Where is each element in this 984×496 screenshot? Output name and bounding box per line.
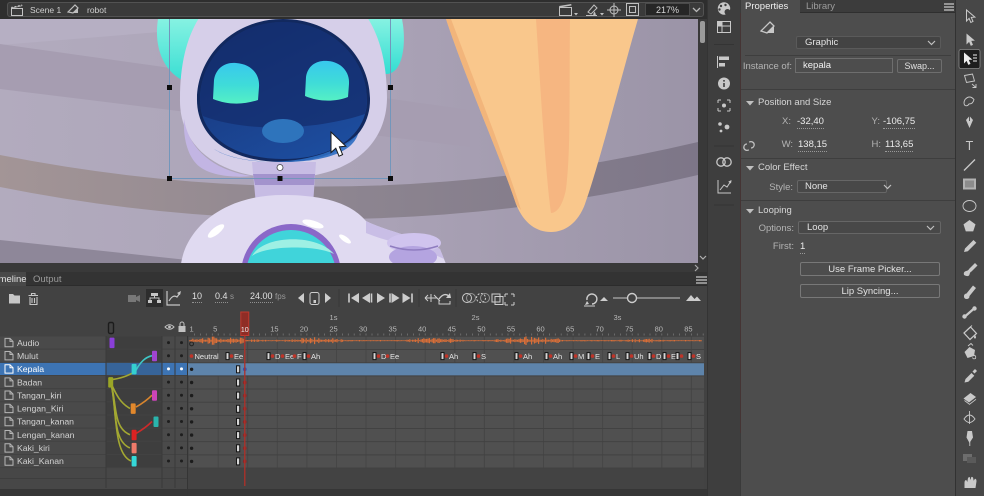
svg-text:50: 50: [477, 325, 485, 334]
svg-text:30: 30: [359, 325, 367, 334]
svg-text:80: 80: [655, 325, 663, 334]
svg-text:55: 55: [507, 325, 515, 334]
svg-text:Uh: Uh: [634, 352, 644, 361]
svg-text:Mulut: Mulut: [17, 351, 39, 361]
svg-text:E: E: [671, 352, 676, 361]
svg-text:D: D: [275, 352, 281, 361]
svg-text:1: 1: [190, 325, 194, 334]
svg-text:20: 20: [300, 325, 308, 334]
svg-text:Ah: Ah: [311, 352, 320, 361]
svg-text:Kaki_kiri: Kaki_kiri: [17, 443, 50, 453]
svg-text:75: 75: [625, 325, 633, 334]
svg-text:85: 85: [684, 325, 692, 334]
svg-text:S: S: [696, 352, 701, 361]
svg-text:60: 60: [536, 325, 544, 334]
svg-text:Neutral: Neutral: [195, 352, 220, 361]
svg-text:Audio: Audio: [17, 338, 39, 348]
svg-text:Kaki_Kanan: Kaki_Kanan: [17, 456, 64, 466]
svg-text:M: M: [578, 352, 584, 361]
svg-text:Tangan_kiri: Tangan_kiri: [17, 390, 61, 400]
svg-text:Ee: Ee: [234, 352, 243, 361]
svg-text:E: E: [595, 352, 600, 361]
svg-text:10: 10: [241, 327, 249, 334]
svg-text:Lengan_kanan: Lengan_kanan: [17, 430, 75, 440]
svg-text:Ah: Ah: [553, 352, 562, 361]
svg-text:Ah: Ah: [449, 352, 458, 361]
svg-text:2s: 2s: [472, 313, 480, 322]
svg-text:Lengan_Kiri: Lengan_Kiri: [17, 404, 63, 414]
svg-text:S: S: [481, 352, 486, 361]
svg-text:35: 35: [389, 325, 397, 334]
svg-text:5: 5: [213, 325, 217, 334]
svg-text:Kepala: Kepala: [17, 364, 44, 374]
svg-text:70: 70: [596, 325, 604, 334]
svg-text:3s: 3s: [613, 313, 621, 322]
svg-text:45: 45: [448, 325, 456, 334]
svg-text:40: 40: [418, 325, 426, 334]
svg-text:15: 15: [270, 325, 278, 334]
svg-text:L: L: [616, 352, 620, 361]
svg-text:65: 65: [566, 325, 574, 334]
svg-text:T: T: [966, 139, 974, 153]
svg-text:Tangan_kanan: Tangan_kanan: [17, 417, 74, 427]
svg-text:25: 25: [329, 325, 337, 334]
svg-text:F: F: [297, 352, 302, 361]
svg-text:1s: 1s: [330, 313, 338, 322]
svg-text:D: D: [656, 352, 662, 361]
svg-text:Ee: Ee: [390, 352, 399, 361]
svg-text:Badan: Badan: [17, 377, 42, 387]
svg-text:Ah: Ah: [523, 352, 532, 361]
